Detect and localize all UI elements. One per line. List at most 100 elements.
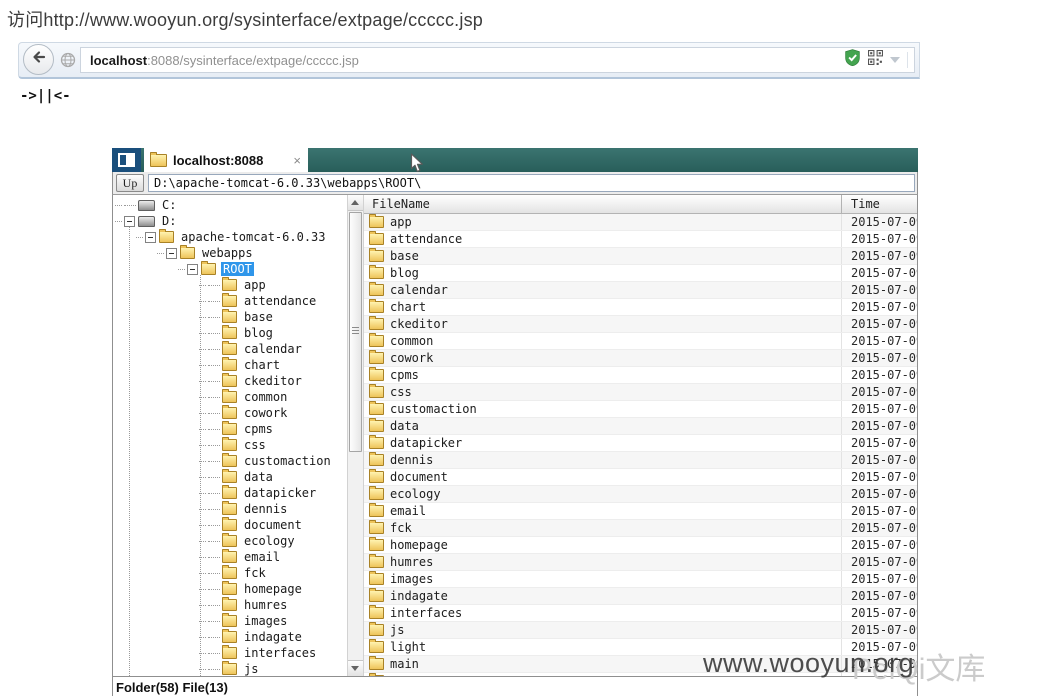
file-name-cell[interactable]: base	[364, 248, 841, 264]
file-name-cell[interactable]: email	[364, 503, 841, 519]
file-row-homepage[interactable]: homepage2015-07-09	[364, 537, 917, 554]
tree-item-images[interactable]: images	[199, 613, 347, 629]
file-name-text[interactable]: dennis	[390, 453, 433, 467]
file-name-text[interactable]: interfaces	[390, 606, 462, 620]
tree-item-ecology[interactable]: ecology	[199, 533, 347, 549]
file-name-cell[interactable]: indagate	[364, 588, 841, 604]
tree-item-humres[interactable]: humres	[199, 597, 347, 613]
file-row-app[interactable]: app2015-07-09	[364, 214, 917, 231]
tree-item-c[interactable]: C:	[115, 197, 347, 213]
file-name-text[interactable]: document	[390, 470, 448, 484]
tree-collapse-minus-icon[interactable]	[187, 264, 198, 275]
file-name-text[interactable]: main	[390, 657, 419, 671]
file-name-cell[interactable]: data	[364, 418, 841, 434]
tree-item-label[interactable]: indagate	[242, 630, 304, 644]
scroll-up-button[interactable]	[348, 195, 363, 211]
tree-item-label[interactable]: ROOT	[221, 262, 254, 276]
file-name-text[interactable]: calendar	[390, 283, 448, 297]
file-name-cell[interactable]: datapicker	[364, 435, 841, 451]
tree-item-label[interactable]: blog	[242, 326, 275, 340]
file-name-cell[interactable]: humres	[364, 554, 841, 570]
file-name-cell[interactable]: chart	[364, 299, 841, 315]
file-row-indagate[interactable]: indagate2015-07-09	[364, 588, 917, 605]
tree-item-app[interactable]: app	[199, 277, 347, 293]
file-row-cpms[interactable]: cpms2015-07-09	[364, 367, 917, 384]
file-name-cell[interactable]: cowork	[364, 350, 841, 366]
file-row-humres[interactable]: humres2015-07-09	[364, 554, 917, 571]
file-name-text[interactable]: indagate	[390, 589, 448, 603]
file-name-text[interactable]: datapicker	[390, 436, 462, 450]
up-button[interactable]: Up	[116, 174, 144, 192]
file-name-text[interactable]: light	[390, 640, 426, 654]
tree-item-label[interactable]: cowork	[242, 406, 289, 420]
shield-check-icon[interactable]	[844, 49, 861, 71]
tree-item-label[interactable]: D:	[160, 214, 178, 228]
tree-item-label[interactable]: app	[242, 278, 268, 292]
file-name-cell[interactable]: ecology	[364, 486, 841, 502]
file-row-datapicker[interactable]: datapicker2015-07-09	[364, 435, 917, 452]
tree-item-label[interactable]: apache-tomcat-6.0.33	[179, 230, 328, 244]
tree-item-common[interactable]: common	[199, 389, 347, 405]
tree-item-ckeditor[interactable]: ckeditor	[199, 373, 347, 389]
tree-item-label[interactable]: attendance	[242, 294, 318, 308]
tab-title[interactable]: localhost:8088	[173, 153, 263, 168]
tree-item-label[interactable]: document	[242, 518, 304, 532]
url-text[interactable]: localhost:8088/sysinterface/extpage/cccc…	[81, 53, 359, 68]
tree-item-label[interactable]: ckeditor	[242, 374, 304, 388]
file-name-text[interactable]: customaction	[390, 402, 477, 416]
tree-item-fck[interactable]: fck	[199, 565, 347, 581]
tree-item-label[interactable]: data	[242, 470, 275, 484]
file-name-cell[interactable]: customaction	[364, 401, 841, 417]
file-row-document[interactable]: document2015-07-09	[364, 469, 917, 486]
dropdown-caret-icon[interactable]	[890, 57, 900, 63]
tree-item-label[interactable]: common	[242, 390, 289, 404]
tree-item-dennis[interactable]: dennis	[199, 501, 347, 517]
back-button[interactable]	[23, 44, 54, 75]
file-row-js[interactable]: js2015-07-09	[364, 622, 917, 639]
file-name-cell[interactable]: fck	[364, 520, 841, 536]
file-row-interfaces[interactable]: interfaces2015-07-09	[364, 605, 917, 622]
tree-collapse-minus-icon[interactable]	[124, 216, 135, 227]
tree-item-label[interactable]: chart	[242, 358, 282, 372]
tab-close-icon[interactable]: ×	[292, 154, 302, 167]
file-name-cell[interactable]: js	[364, 622, 841, 638]
file-name-cell[interactable]: document	[364, 469, 841, 485]
tree-item-cowork[interactable]: cowork	[199, 405, 347, 421]
tree-item-label[interactable]: cpms	[242, 422, 275, 436]
file-name-text[interactable]: ckeditor	[390, 317, 448, 331]
file-name-text[interactable]: messager	[390, 674, 448, 676]
tree-item-label[interactable]: C:	[160, 198, 178, 212]
tree-item-customaction[interactable]: customaction	[199, 453, 347, 469]
file-name-cell[interactable]: common	[364, 333, 841, 349]
tree-item-indagate[interactable]: indagate	[199, 629, 347, 645]
file-name-cell[interactable]: homepage	[364, 537, 841, 553]
tree-item-interfaces[interactable]: interfaces	[199, 645, 347, 661]
file-name-text[interactable]: data	[390, 419, 419, 433]
file-name-cell[interactable]: interfaces	[364, 605, 841, 621]
tree-item-label[interactable]: css	[242, 438, 268, 452]
tree-item-label[interactable]: webapps	[200, 246, 255, 260]
file-name-text[interactable]: base	[390, 249, 419, 263]
file-name-text[interactable]: ecology	[390, 487, 441, 501]
file-row-data[interactable]: data2015-07-09	[364, 418, 917, 435]
file-row-images[interactable]: images2015-07-09	[364, 571, 917, 588]
file-name-cell[interactable]: dennis	[364, 452, 841, 468]
tree-item-data[interactable]: data	[199, 469, 347, 485]
file-row-fck[interactable]: fck2015-07-09	[364, 520, 917, 537]
file-row-calendar[interactable]: calendar2015-07-09	[364, 282, 917, 299]
tree-item-label[interactable]: interfaces	[242, 646, 318, 660]
file-name-text[interactable]: app	[390, 215, 412, 229]
file-row-ckeditor[interactable]: ckeditor2015-07-09	[364, 316, 917, 333]
tree-item-label[interactable]: dennis	[242, 502, 289, 516]
file-name-cell[interactable]: cpms	[364, 367, 841, 383]
tree-item-label[interactable]: fck	[242, 566, 268, 580]
file-row-dennis[interactable]: dennis2015-07-09	[364, 452, 917, 469]
tree-item-label[interactable]: ecology	[242, 534, 297, 548]
file-name-cell[interactable]: ckeditor	[364, 316, 841, 332]
url-input[interactable]: localhost:8088/sysinterface/extpage/cccc…	[80, 47, 915, 73]
tree-item-label[interactable]: images	[242, 614, 289, 628]
file-row-attendance[interactable]: attendance2015-07-09	[364, 231, 917, 248]
tree-item-css[interactable]: css	[199, 437, 347, 453]
scrollbar-thumb[interactable]	[349, 212, 362, 452]
tree-item-chart[interactable]: chart	[199, 357, 347, 373]
